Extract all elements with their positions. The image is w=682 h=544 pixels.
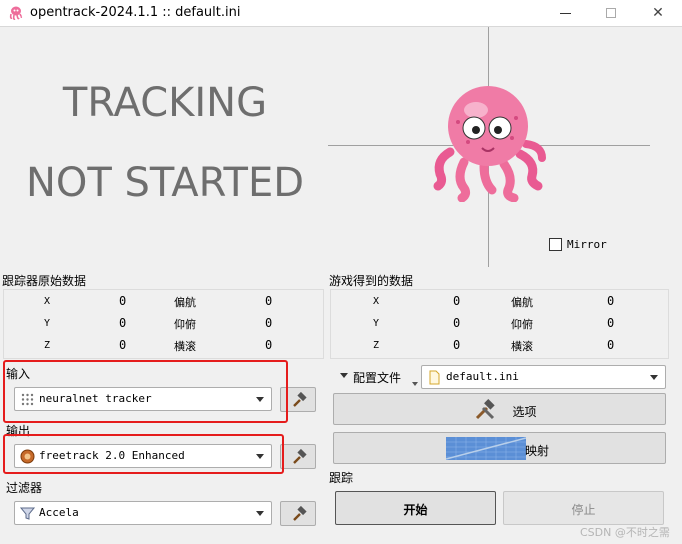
window-title: opentrack-2024.1.1 :: default.ini [30,5,241,20]
raw-tracker-data-label: 跟踪器原始数据 [2,274,87,288]
hammer-icon [293,449,307,464]
output-highlight-annotation [3,434,284,474]
mirror-checkbox-box[interactable] [549,238,562,251]
filter-settings-button[interactable] [280,501,316,526]
game-yaw-value: 0 [607,294,615,308]
raw-z-label: Z [44,340,51,351]
raw-z-value: 0 [119,338,127,352]
game-y-label: Y [373,318,380,329]
hammer-icon [293,392,307,407]
funnel-icon [20,507,35,520]
game-pitch-label: 仰俯 [511,318,533,331]
tracking-label: 跟踪 [329,471,354,485]
game-y-value: 0 [453,316,461,330]
input-highlight-annotation [3,360,288,423]
raw-y-value: 0 [119,316,127,330]
raw-tracker-data-panel: X 0 偏航 0 Y 0 仰俯 0 Z 0 横滚 0 [3,289,324,359]
raw-x-label: X [44,296,51,307]
raw-yaw-value: 0 [265,294,273,308]
game-z-value: 0 [453,338,461,352]
options-button[interactable]: 选项 [333,393,666,425]
close-icon: ✕ [652,5,664,21]
chevron-down-icon [340,373,348,378]
watermark: CSDN @不时之需 [580,526,670,539]
game-x-label: X [373,296,380,307]
raw-yaw-label: 偏航 [174,296,196,309]
maximize-icon [606,8,616,18]
game-data-label: 游戏得到的数据 [329,274,414,288]
raw-pitch-value: 0 [265,316,273,330]
mirror-label: Mirror [567,238,607,251]
chevron-down-icon [256,511,264,516]
filter-value: Accela [39,506,79,519]
raw-roll-value: 0 [265,338,273,352]
mapping-button[interactable]: 映射 [333,432,666,464]
document-icon [429,370,440,385]
hammer-icon [293,506,307,521]
game-x-value: 0 [453,294,461,308]
profile-value: default.ini [446,370,519,383]
game-roll-label: 横滚 [511,340,533,353]
maximize-button[interactable] [589,0,635,27]
options-label: 选项 [512,405,537,419]
start-button[interactable]: 开始 [335,491,496,525]
minimize-icon [560,13,571,14]
pose-widget [328,27,650,267]
raw-x-value: 0 [119,294,127,308]
game-roll-value: 0 [607,338,615,352]
game-z-label: Z [373,340,380,351]
octopus-mascot [433,86,546,202]
tracking-status-line1: TRACKING [62,80,268,126]
octopus-app-icon [9,6,23,20]
filter-label: 过滤器 [6,481,43,495]
chevron-down-icon [650,375,658,380]
output-settings-button[interactable] [280,444,316,469]
tracking-status-line2: NOT STARTED [25,160,305,206]
raw-y-label: Y [44,318,51,329]
profile-select[interactable]: default.ini [421,365,666,389]
game-yaw-label: 偏航 [511,296,533,309]
close-button[interactable]: ✕ [635,0,681,27]
game-pitch-value: 0 [607,316,615,330]
stop-label: 停止 [571,503,596,517]
raw-pitch-label: 仰俯 [174,318,196,331]
game-data-panel: X 0 偏航 0 Y 0 仰俯 0 Z 0 横滚 0 [330,289,669,359]
title-bar: opentrack-2024.1.1 :: default.ini ✕ [0,0,682,27]
profile-label: 配置文件 [353,371,402,385]
stop-button[interactable]: 停止 [503,491,664,525]
raw-roll-label: 横滚 [174,340,196,353]
profile-menu-button[interactable]: 配置文件 [338,368,418,390]
minimize-button[interactable] [543,0,589,27]
filter-select[interactable]: Accela [14,501,272,525]
small-chevron-icon [412,382,418,386]
start-label: 开始 [403,503,428,517]
mapping-label: 映射 [524,444,549,458]
